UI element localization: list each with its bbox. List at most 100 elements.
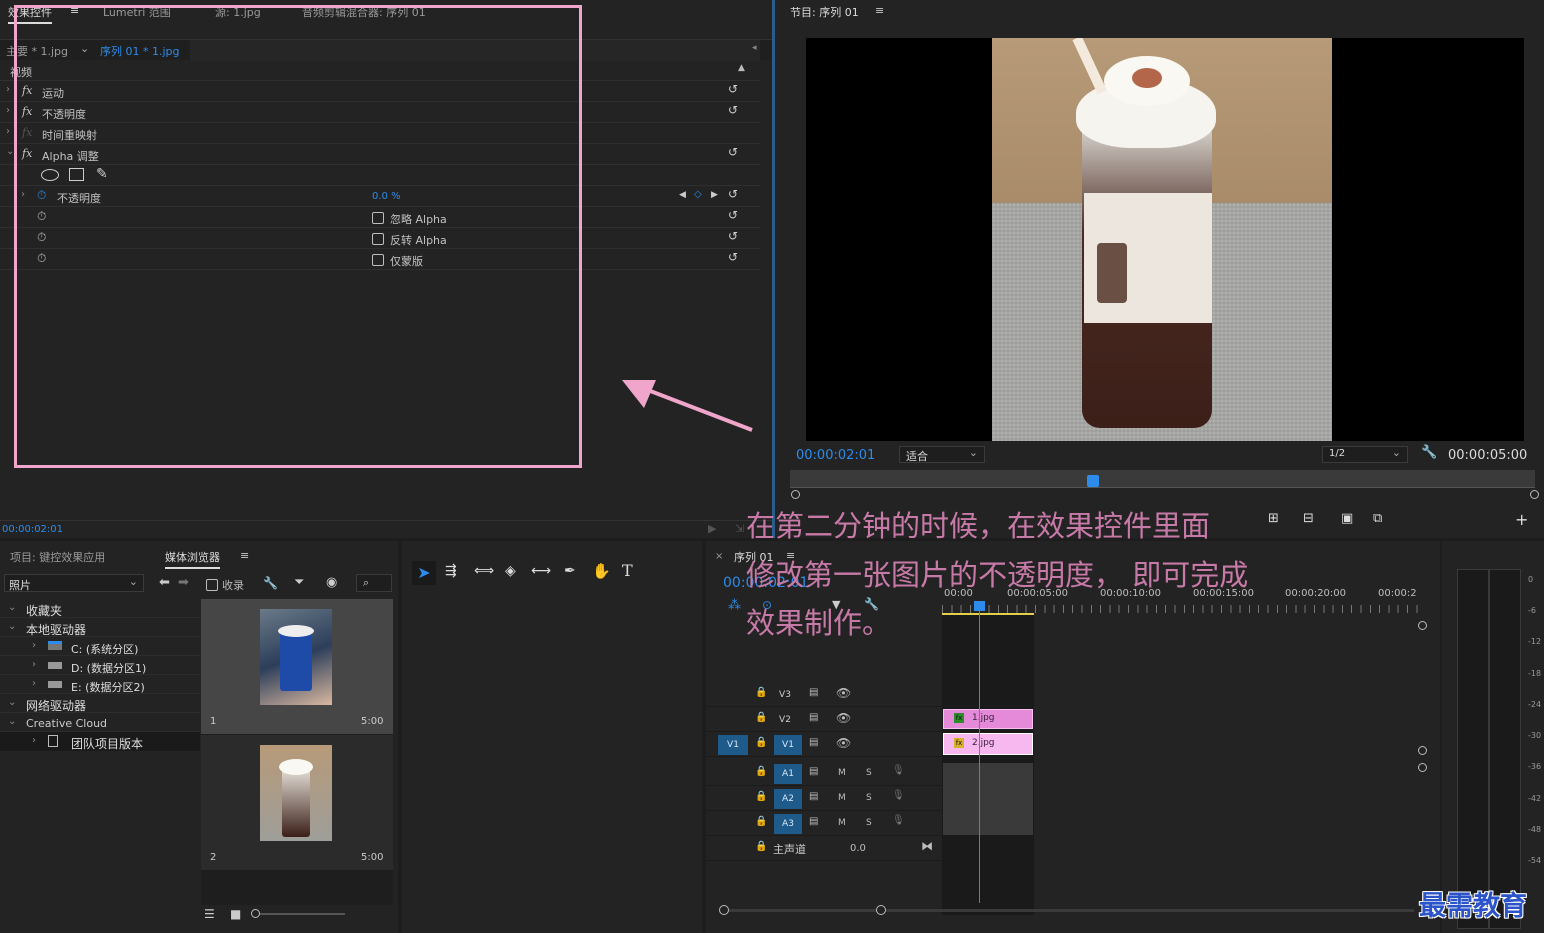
filter-select[interactable]: 照片 ⌄ — [4, 574, 144, 592]
solo-button[interactable]: S — [866, 768, 872, 778]
clip-v1[interactable]: fx 2.jpg — [943, 733, 1033, 755]
thumbnail-item[interactable]: 1 5:00 — [201, 599, 393, 734]
ripple-edit-tool-icon[interactable]: ⟺ — [474, 563, 494, 579]
program-scrubber[interactable] — [790, 470, 1535, 488]
scrub-end-handle[interactable] — [1530, 490, 1539, 499]
lock-icon[interactable]: 🔒 — [755, 841, 767, 852]
horizontal-scroll-start[interactable] — [719, 905, 729, 915]
filter-icon[interactable]: ⏷ — [294, 575, 304, 590]
forward-arrow-icon[interactable]: ➡ — [178, 575, 189, 590]
resolution-select[interactable]: 1/2 ⌄ — [1322, 446, 1408, 463]
tree-item-drive-d[interactable]: › D: (数据分区1) — [0, 656, 200, 675]
sync-icon[interactable]: ▤ — [809, 712, 818, 723]
reset-icon[interactable]: ↺ — [728, 82, 738, 96]
lock-icon[interactable]: 🔒 — [755, 737, 767, 748]
horizontal-scroll-end[interactable] — [876, 905, 886, 915]
program-monitor-title[interactable]: 节目: 序列 01 — [790, 4, 859, 20]
type-tool-icon[interactable]: T — [622, 561, 633, 580]
tree-item-drive-e[interactable]: › E: (数据分区2) — [0, 675, 200, 694]
track-a3-name[interactable]: A3 — [774, 814, 802, 834]
next-keyframe-icon[interactable]: ▶ — [711, 190, 718, 200]
panel-menu-icon[interactable]: ≡ — [875, 4, 884, 17]
microphone-icon[interactable]: 🎙 — [892, 790, 905, 801]
go-to-end-icon[interactable]: ⧓ — [921, 839, 933, 853]
play-clip-icon[interactable]: ▶ — [708, 522, 716, 535]
add-button-icon[interactable]: + — [1515, 510, 1528, 529]
chevron-right-icon[interactable]: › — [6, 105, 10, 116]
chevron-down-icon[interactable]: ⌄ — [8, 716, 16, 727]
scrub-start-handle[interactable] — [791, 490, 800, 499]
solo-button[interactable]: S — [866, 793, 872, 803]
track-a1-name[interactable]: A1 — [774, 764, 802, 784]
sync-icon[interactable]: ▤ — [809, 737, 818, 748]
tree-item-creative-cloud[interactable]: ⌄ Creative Cloud — [0, 713, 200, 732]
reset-icon[interactable]: ↺ — [728, 208, 738, 222]
eye-icon[interactable]: 👁 — [836, 686, 851, 700]
compare-view-icon[interactable]: ⧉ — [1373, 511, 1382, 526]
track-select-tool-icon[interactable]: ⇶ — [445, 563, 457, 579]
back-arrow-icon[interactable]: ⬅ — [159, 575, 170, 590]
lock-icon[interactable]: 🔒 — [755, 712, 767, 723]
scrubber-playhead[interactable] — [1087, 475, 1099, 487]
view-icon[interactable]: ◉ — [326, 575, 337, 590]
clip-v2[interactable]: fx 1.jpg — [943, 709, 1033, 729]
eye-icon[interactable]: 👁 — [836, 736, 851, 750]
vertical-scroll-handle[interactable] — [1418, 746, 1427, 755]
lock-icon[interactable]: 🔒 — [755, 766, 767, 777]
vertical-scroll-handle[interactable] — [1418, 763, 1427, 772]
selection-tool-icon[interactable]: ➤ — [412, 561, 436, 585]
lift-icon[interactable]: ⊞ — [1268, 511, 1279, 526]
effects-timecode[interactable]: 00:00:02:01 — [2, 524, 63, 535]
track-v2-name[interactable]: V2 — [774, 710, 796, 730]
lock-icon[interactable]: 🔒 — [755, 791, 767, 802]
tab-project[interactable]: 项目: 键控效果应用 — [10, 549, 105, 565]
razor-tool-icon[interactable]: ◈ — [505, 563, 516, 579]
sync-icon[interactable]: ▤ — [809, 766, 818, 777]
chevron-down-icon[interactable]: ⌄ — [8, 602, 16, 613]
master-volume-value[interactable]: 0.0 — [850, 843, 866, 854]
scroll-up-icon[interactable]: ▲ — [738, 63, 745, 73]
sync-icon[interactable]: ▤ — [809, 791, 818, 802]
mute-button[interactable]: M — [838, 793, 846, 803]
tree-item-drive-c[interactable]: › C: (系统分区) — [0, 637, 200, 656]
prev-keyframe-icon[interactable]: ◀ — [679, 190, 686, 200]
vertical-scroll-handle[interactable] — [1418, 621, 1427, 630]
microphone-icon[interactable]: 🎙 — [892, 765, 905, 776]
extract-icon[interactable]: ⊟ — [1303, 511, 1314, 526]
lock-icon[interactable]: 🔒 — [755, 816, 767, 827]
zoom-slider[interactable] — [251, 909, 345, 918]
add-keyframe-icon[interactable]: ◇ — [694, 189, 702, 200]
eye-icon[interactable]: 👁 — [836, 711, 851, 725]
tree-item-team-projects[interactable]: › 团队项目版本 — [0, 732, 200, 751]
chevron-down-icon[interactable]: ⌄ — [8, 697, 16, 708]
playhead-line[interactable] — [979, 601, 980, 903]
playhead-handle[interactable] — [974, 601, 985, 611]
camera-icon[interactable]: ▣ — [1341, 511, 1353, 526]
mute-button[interactable]: M — [838, 768, 846, 778]
microphone-icon[interactable]: 🎙 — [892, 815, 905, 826]
reset-icon[interactable]: ↺ — [728, 229, 738, 243]
export-icon[interactable]: ⇲ — [735, 522, 744, 535]
fit-select[interactable]: 适合 ⌄ — [899, 446, 985, 463]
hand-tool-icon[interactable]: ✋ — [592, 562, 611, 580]
horizontal-scrollbar[interactable] — [724, 909, 1414, 912]
solo-button[interactable]: S — [866, 818, 872, 828]
thumbnail-item[interactable]: 2 5:00 — [201, 735, 393, 870]
chevron-right-icon[interactable]: › — [32, 640, 36, 651]
sync-icon[interactable]: ▤ — [809, 816, 818, 827]
reset-icon[interactable]: ↺ — [728, 250, 738, 264]
reset-icon[interactable]: ↺ — [728, 145, 738, 159]
source-patch-v1[interactable]: V1 — [718, 735, 748, 755]
chevron-right-icon[interactable]: › — [6, 126, 10, 137]
chevron-right-icon[interactable]: › — [32, 659, 36, 670]
snap-icon[interactable]: ⁂ — [728, 598, 741, 613]
reset-icon[interactable]: ↺ — [728, 103, 738, 117]
wrench-icon[interactable]: 🔧 — [263, 576, 278, 590]
tree-item-local-drives[interactable]: ⌄ 本地驱动器 — [0, 618, 200, 637]
zoom-slider-handle[interactable] — [251, 909, 260, 918]
chevron-right-icon[interactable]: › — [32, 735, 36, 746]
chevron-down-icon[interactable]: ⌄ — [8, 621, 16, 632]
ingest-checkbox[interactable] — [206, 579, 218, 591]
tree-item-favorites[interactable]: ⌄ 收藏夹 — [0, 599, 200, 618]
tree-item-network-drives[interactable]: ⌄ 网络驱动器 — [0, 694, 200, 713]
